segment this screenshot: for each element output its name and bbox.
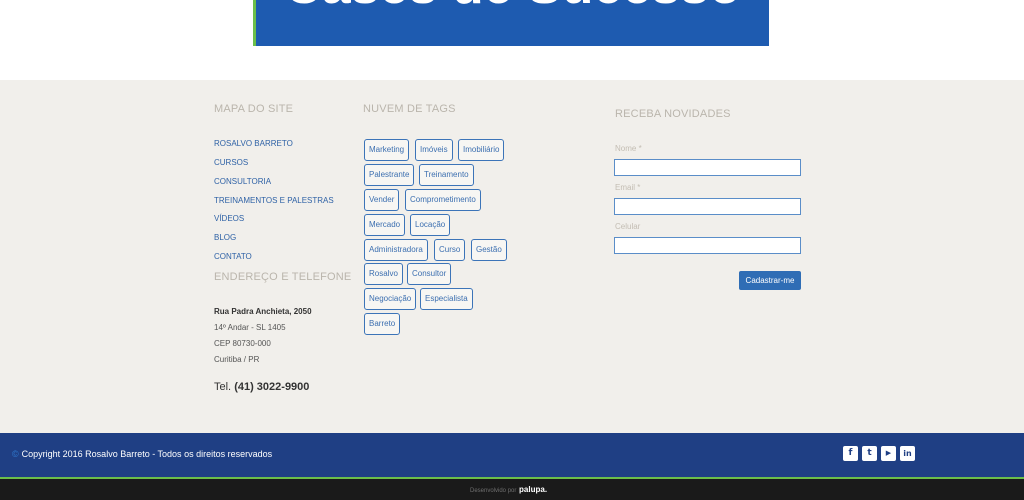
email-input[interactable] bbox=[614, 198, 801, 215]
sitemap-link-rosalvo-barreto[interactable]: ROSALVO BARRETO bbox=[214, 139, 293, 148]
youtube-icon[interactable]: ▶ bbox=[881, 446, 896, 461]
newsletter-heading: RECEBA NOVIDADES bbox=[615, 108, 731, 120]
tag-curso[interactable]: Curso bbox=[434, 239, 466, 261]
tag-marketing[interactable]: Marketing bbox=[364, 139, 410, 161]
cases-de-sucesso-banner[interactable]: Cases de Sucesso bbox=[253, 0, 769, 46]
tag-consultor[interactable]: Consultor bbox=[407, 263, 452, 285]
sitemap-link-consultoria[interactable]: CONSULTORIA bbox=[214, 177, 271, 186]
sitemap-link-blog[interactable]: BLOG bbox=[214, 233, 236, 242]
sitemap-link-contato[interactable]: CONTATO bbox=[214, 252, 252, 261]
tag-gestao[interactable]: Gestão bbox=[471, 239, 507, 261]
name-input[interactable] bbox=[614, 159, 801, 176]
celular-input[interactable] bbox=[614, 237, 801, 254]
tag-rosalvo[interactable]: Rosalvo bbox=[364, 263, 403, 285]
copyright-line: © Copyright 2016 Rosalvo Barreto - Todos … bbox=[12, 449, 272, 459]
tag-palestrante[interactable]: Palestrante bbox=[364, 164, 415, 186]
address-city: Curitiba / PR bbox=[214, 355, 260, 364]
celular-label: Celular bbox=[615, 222, 641, 231]
sitemap-link-videos[interactable]: VÍDEOS bbox=[214, 214, 244, 223]
sitemap-link-treinamentos[interactable]: TREINAMENTOS E PALESTRAS bbox=[214, 196, 334, 205]
facebook-icon[interactable]: f bbox=[843, 446, 858, 461]
banner-title: Cases de Sucesso bbox=[256, 0, 769, 16]
copyright-icon: © bbox=[12, 449, 19, 459]
sitemap-heading: MAPA DO SITE bbox=[214, 103, 294, 115]
address-heading: ENDEREÇO E TELEFONE bbox=[214, 271, 352, 283]
address-cep: CEP 80730-000 bbox=[214, 339, 271, 348]
sitemap-link-cursos[interactable]: CURSOS bbox=[214, 158, 248, 167]
tag-negociacao[interactable]: Negociação bbox=[364, 288, 417, 310]
linkedin-icon[interactable]: in bbox=[900, 446, 915, 461]
developed-by-text: Desenvolvido por bbox=[470, 488, 517, 494]
tag-cloud-heading: NUVEM DE TAGS bbox=[363, 103, 456, 115]
tag-imobiliario[interactable]: Imobiliário bbox=[458, 139, 505, 161]
copyright-text: Copyright 2016 Rosalvo Barreto - Todos o… bbox=[21, 449, 273, 459]
name-label: Nome * bbox=[615, 144, 642, 153]
tag-administradora[interactable]: Administradora bbox=[364, 239, 428, 261]
tag-treinamento[interactable]: Treinamento bbox=[419, 164, 474, 186]
cadastrar-button[interactable]: Cadastrar-me bbox=[739, 271, 801, 290]
tag-comprometimento[interactable]: Comprometimento bbox=[405, 189, 481, 211]
tag-barreto[interactable]: Barreto bbox=[364, 313, 401, 335]
email-label: Email * bbox=[615, 183, 641, 192]
phone-label: Tel. bbox=[214, 381, 232, 393]
phone-line: Tel. (41) 3022-9900 bbox=[214, 381, 309, 393]
tag-especialista[interactable]: Especialista bbox=[420, 288, 473, 310]
top-content-area: Cases de Sucesso bbox=[0, 0, 1024, 80]
developer-credit[interactable]: Desenvolvido por palupa. bbox=[470, 485, 547, 494]
tag-locacao[interactable]: Locação bbox=[410, 214, 451, 236]
phone-number: (41) 3022-9900 bbox=[234, 381, 310, 393]
tag-imoveis[interactable]: Imóveis bbox=[415, 139, 453, 161]
tag-vender[interactable]: Vender bbox=[364, 189, 400, 211]
palupa-logo: palupa. bbox=[519, 485, 548, 494]
tag-mercado[interactable]: Mercado bbox=[364, 214, 406, 236]
twitter-icon[interactable]: t bbox=[862, 446, 877, 461]
address-street: Rua Padra Anchieta, 2050 bbox=[214, 307, 312, 316]
address-floor: 14º Andar - SL 1405 bbox=[214, 323, 286, 332]
